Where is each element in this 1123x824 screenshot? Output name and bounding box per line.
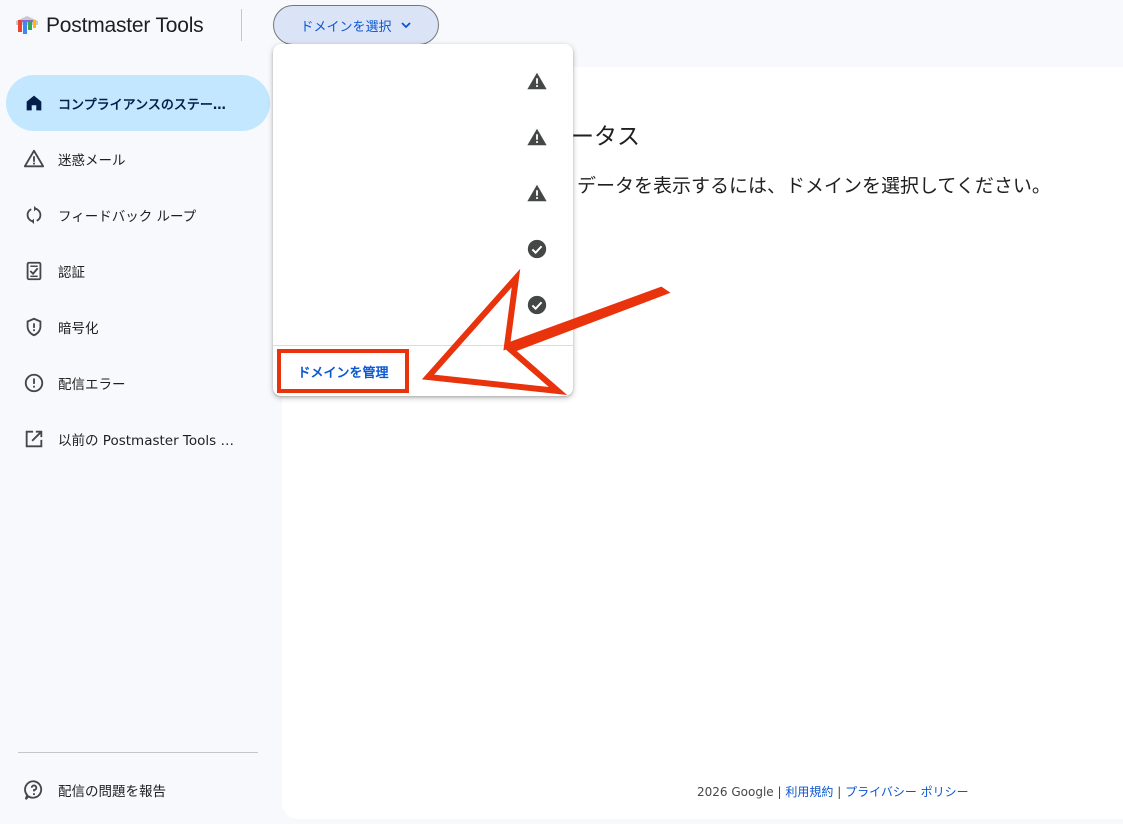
- home-icon: [23, 92, 45, 114]
- report-issue-button[interactable]: 配信の問題を報告: [6, 762, 270, 818]
- app-title: Postmaster Tools: [46, 14, 204, 37]
- footer-copyright: 2026 Google: [697, 785, 774, 799]
- postmaster-logo-icon: [16, 16, 38, 34]
- domain-option[interactable]: [273, 53, 573, 109]
- warning-icon: [527, 128, 547, 146]
- sidebar-item-encryption[interactable]: 暗号化: [6, 299, 270, 355]
- sidebar-item-legacy-postmaster[interactable]: 以前の Postmaster Tools …: [6, 411, 270, 467]
- sidebar-item-label: 配信エラー: [58, 377, 126, 393]
- check-circle-icon: [527, 239, 547, 259]
- sidebar-divider: [18, 752, 258, 753]
- sidebar-item-label: 迷惑メール: [58, 153, 126, 169]
- domain-select-label: ドメインを選択: [300, 19, 392, 35]
- sidebar-item-label: フィードバック ループ: [58, 209, 197, 225]
- domain-option[interactable]: [273, 221, 573, 277]
- feedback-help-icon: [23, 779, 45, 801]
- privacy-link[interactable]: プライバシー ポリシー: [845, 785, 969, 799]
- footer-separator: |: [837, 785, 842, 799]
- header-divider: [241, 9, 242, 41]
- check-circle-icon: [527, 295, 547, 315]
- sync-icon: [23, 204, 45, 226]
- shield-icon: [23, 316, 45, 338]
- sidebar-item-delivery-errors[interactable]: 配信エラー: [6, 355, 270, 411]
- terms-link[interactable]: 利用規約: [785, 785, 833, 799]
- domain-select-button[interactable]: ドメインを選択: [273, 5, 439, 45]
- page-title: ータス: [571, 124, 640, 150]
- domain-option[interactable]: [273, 165, 573, 221]
- sidebar-item-label: 以前の Postmaster Tools …: [58, 433, 234, 449]
- sidebar-item-label: 認証: [58, 265, 85, 281]
- dropdown-divider: [273, 345, 573, 346]
- domain-dropdown-menu: ドメインを管理: [273, 44, 573, 396]
- manage-domains-label: ドメインを管理: [297, 365, 389, 381]
- sidebar-item-compliance-status[interactable]: コンプライアンスのステー…: [6, 75, 270, 131]
- warning-outline-icon: [23, 148, 45, 170]
- checklist-icon: [23, 260, 45, 282]
- chevron-down-icon: [400, 22, 411, 29]
- brand[interactable]: Postmaster Tools: [14, 12, 204, 40]
- report-issue-label: 配信の問題を報告: [58, 784, 166, 800]
- footer: 2026 Google | 利用規約 | プライバシー ポリシー: [697, 783, 969, 800]
- warning-icon: [527, 184, 547, 202]
- sidebar-item-label: コンプライアンスのステー…: [58, 97, 226, 113]
- warning-icon: [527, 72, 547, 90]
- error-outline-icon: [23, 372, 45, 394]
- empty-state-message: データを表示するには、ドメインを選択してください。: [577, 175, 1051, 197]
- domain-option[interactable]: [273, 277, 573, 333]
- sidebar-item-feedback-loop[interactable]: フィードバック ループ: [6, 187, 270, 243]
- sidebar-item-authentication[interactable]: 認証: [6, 243, 270, 299]
- footer-separator: |: [777, 785, 782, 799]
- sidebar-item-spam[interactable]: 迷惑メール: [6, 131, 270, 187]
- domain-option[interactable]: [273, 109, 573, 165]
- manage-domains-button[interactable]: ドメインを管理: [277, 349, 409, 393]
- sidebar-item-label: 暗号化: [58, 321, 99, 337]
- open-in-new-icon: [23, 428, 45, 450]
